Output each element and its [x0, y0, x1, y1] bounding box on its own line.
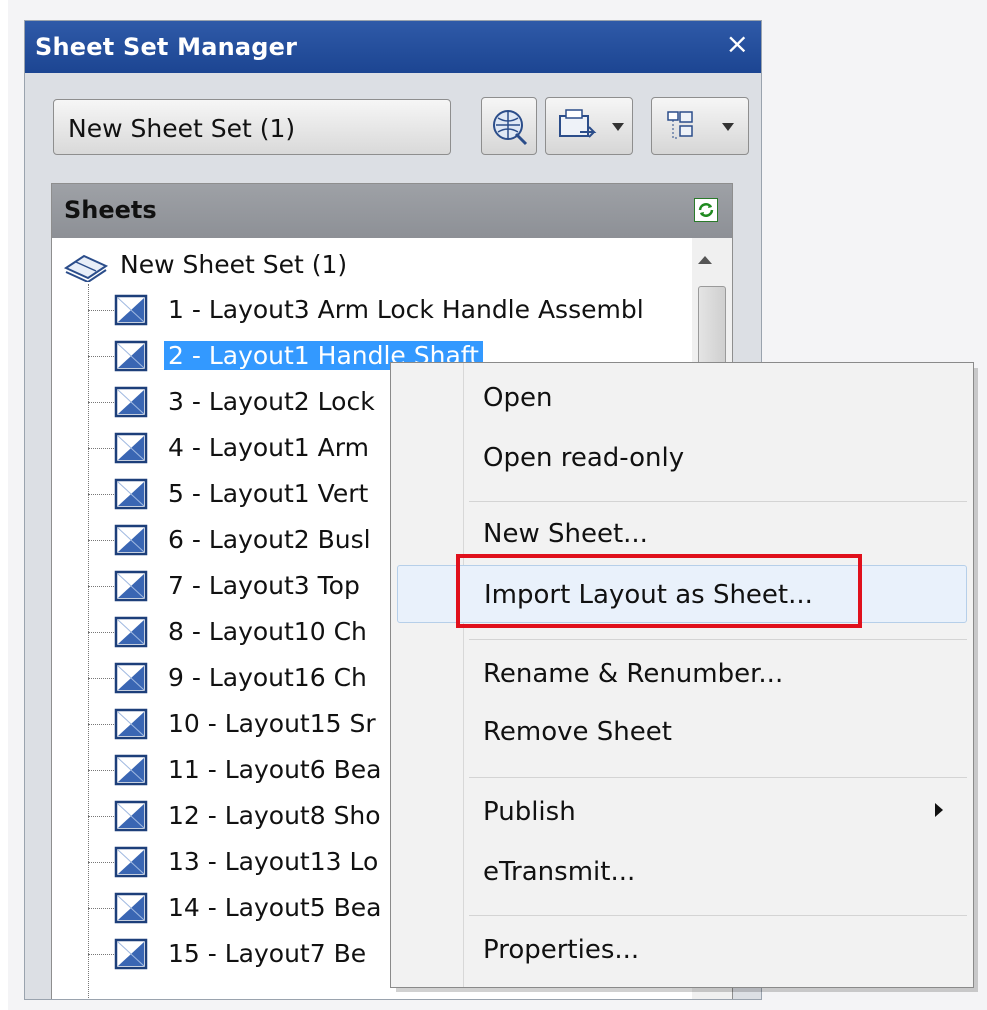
tree-connector — [88, 494, 114, 495]
tree-connector — [88, 586, 114, 587]
sheet-row[interactable]: 1 - Layout3 Arm Lock Handle Assembl — [52, 288, 692, 334]
sheet-icon — [114, 892, 148, 924]
tree-connector — [88, 862, 114, 863]
sheet-icon — [114, 432, 148, 464]
sheet-icon — [114, 662, 148, 694]
sheet-icon — [114, 570, 148, 602]
tree-connector — [88, 908, 114, 909]
menu-item-label: New Sheet... — [483, 519, 648, 549]
sheet-row-label: 12 - Layout8 Sho — [168, 801, 381, 830]
ctx-remove-sheet-menu-item[interactable]: Remove Sheet — [391, 703, 973, 761]
menu-separator — [469, 639, 967, 640]
sheet-row-label: 13 - Layout13 Lo — [168, 847, 379, 876]
sheets-header-label: Sheets — [64, 196, 157, 224]
ctx-open-menu-item[interactable]: Open — [391, 369, 973, 427]
sheet-icon — [114, 294, 148, 326]
menu-item-label: Open — [483, 383, 553, 413]
printer-icon — [559, 109, 624, 138]
sheet-icon — [114, 616, 148, 648]
sheet-row-label: 6 - Layout2 Busl — [168, 525, 371, 554]
tree-connector — [88, 678, 114, 679]
sheet-row-label: 7 - Layout3 Top — [168, 571, 360, 600]
context-menu: Open Open read-only New Sheet... Import Lay… — [390, 362, 974, 988]
ctx-properties-menu-item[interactable]: Properties... — [391, 921, 973, 979]
sheets-header: Sheets — [52, 184, 732, 238]
view-sheet-set-button[interactable] — [481, 97, 537, 155]
scroll-thumb[interactable] — [698, 286, 726, 366]
palette-titlebar[interactable]: Sheet Set Manager × — [25, 21, 761, 73]
menu-item-label: Publish — [483, 797, 576, 827]
sheet-row-label: 10 - Layout15 Sr — [168, 709, 376, 738]
tree-root-label: New Sheet Set (1) — [120, 250, 348, 279]
tree-connector — [88, 540, 114, 541]
ctx-rename-renumber-menu-item[interactable]: Rename & Renumber... — [391, 645, 973, 703]
sheet-icon — [114, 938, 148, 970]
sheet-icon — [114, 524, 148, 556]
ctx-open-read-only-menu-item[interactable]: Open read-only — [391, 429, 973, 487]
tree-connector — [88, 816, 114, 817]
sheet-row-label: 1 - Layout3 Arm Lock Handle Assembl — [168, 295, 644, 324]
tree-connector — [88, 402, 114, 403]
menu-item-label: Open read-only — [483, 443, 685, 473]
sheet-icon — [114, 386, 148, 418]
scroll-up-arrow-icon[interactable] — [698, 256, 712, 264]
sheet-icon — [114, 846, 148, 878]
menu-item-label: eTransmit... — [483, 857, 636, 887]
tree-connector — [88, 632, 114, 633]
publish-button[interactable] — [545, 97, 633, 155]
sheet-row-label: 5 - Layout1 Vert — [168, 479, 369, 508]
sheet-icon — [114, 478, 148, 510]
menu-item-label: Remove Sheet — [483, 717, 672, 747]
sheet-icon — [114, 800, 148, 832]
sheet-row-label: 3 - Layout2 Lock — [168, 387, 375, 416]
ctx-publish-menu-item[interactable]: Publish — [391, 783, 973, 841]
sheet-set-selector[interactable]: New Sheet Set (1) — [53, 99, 451, 155]
sheet-icon — [114, 340, 148, 372]
tree-list-icon — [667, 111, 734, 139]
annotation-highlight-box — [456, 554, 862, 628]
sheet-row-label: 15 - Layout7 Be — [168, 939, 367, 968]
menu-separator — [469, 777, 967, 778]
submenu-arrow-icon — [935, 803, 943, 817]
tree-connector — [88, 310, 114, 311]
sheet-icon — [114, 708, 148, 740]
sheet-row-label: 9 - Layout16 Ch — [168, 663, 367, 692]
sheet-selections-button[interactable] — [651, 97, 749, 155]
sheet-row-label: 8 - Layout10 Ch — [168, 617, 367, 646]
sheet-row-label: 4 - Layout1 Arm — [168, 433, 369, 462]
refresh-icon[interactable] — [694, 198, 718, 222]
menu-separator — [469, 501, 967, 502]
menu-item-label: Rename & Renumber... — [483, 659, 784, 689]
close-icon[interactable]: × — [726, 29, 749, 59]
palette-title: Sheet Set Manager — [35, 33, 298, 61]
sheet-row-label: 11 - Layout6 Bea — [168, 755, 382, 784]
sheet-set-selector-value: New Sheet Set (1) — [68, 114, 296, 143]
sheet-set-globe-icon — [493, 110, 528, 146]
tree-connector — [88, 954, 114, 955]
tree-connector — [88, 770, 114, 771]
menu-item-label: Properties... — [483, 935, 640, 965]
ctx-etransmit-menu-item[interactable]: eTransmit... — [391, 843, 973, 901]
sheet-set-stack-icon — [63, 254, 109, 282]
sheet-icon — [114, 754, 148, 786]
sheet-row-label: 14 - Layout5 Bea — [168, 893, 382, 922]
refresh-arrows-icon — [698, 203, 714, 217]
tree-connector — [88, 448, 114, 449]
tree-connector — [88, 356, 114, 357]
outer-frame — [0, 0, 8, 1010]
tree-connector — [88, 724, 114, 725]
menu-separator — [469, 915, 967, 916]
